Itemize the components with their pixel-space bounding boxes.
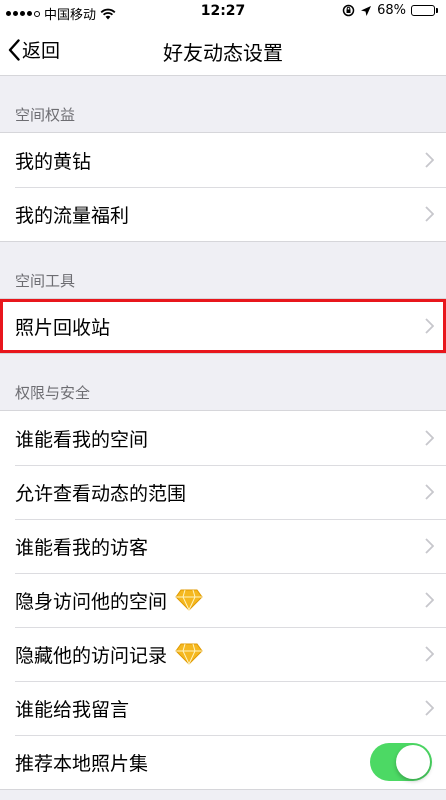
section-header-privileges: 空间权益: [15, 106, 76, 124]
row-traffic-benefits[interactable]: 我的流量福利: [0, 187, 446, 241]
wifi-icon: [100, 8, 116, 19]
row-recommend-local-albums: 推荐本地照片集: [0, 735, 446, 789]
row-label: 谁能看我的空间: [15, 428, 149, 451]
row-feed-visibility-range[interactable]: 允许查看动态的范围: [0, 465, 446, 519]
row-label: 我的流量福利: [15, 204, 130, 227]
row-invisible-visit[interactable]: 隐身访问他的空间: [0, 573, 446, 627]
row-who-can-leave-message[interactable]: 谁能给我留言: [0, 681, 446, 735]
status-bar: 中国移动 12:27 68%: [0, 0, 446, 24]
chevron-right-icon: [425, 646, 434, 662]
chevron-right-icon: [425, 318, 434, 334]
navigation-bar: 返回 好友动态设置: [0, 24, 446, 76]
status-left: 中国移动: [6, 4, 116, 23]
row-yellow-diamond[interactable]: 我的黄钻: [0, 133, 446, 187]
chevron-right-icon: [425, 700, 434, 716]
signal-icon: [6, 10, 40, 17]
chevron-right-icon: [425, 484, 434, 500]
chevron-right-icon: [425, 538, 434, 554]
toggle-knob: [396, 745, 430, 779]
group-privileges: 我的黄钻 我的流量福利: [0, 132, 446, 242]
section-header-tools: 空间工具: [15, 272, 76, 290]
row-label: 谁能给我留言: [15, 698, 130, 721]
recommend-albums-toggle[interactable]: [370, 743, 432, 781]
carrier-name: 中国移动: [44, 8, 97, 23]
status-time: 12:27: [200, 3, 246, 19]
group-tools: 照片回收站: [0, 298, 446, 354]
chevron-right-icon: [425, 430, 434, 446]
chevron-right-icon: [425, 592, 434, 608]
yellow-diamond-icon: [175, 643, 203, 665]
row-label: 我的黄钻: [15, 150, 92, 173]
chevron-right-icon: [425, 206, 434, 222]
row-label: 照片回收站: [15, 316, 111, 339]
battery-percent: 68%: [377, 3, 406, 18]
page-title: 好友动态设置: [163, 41, 283, 65]
row-photo-recycle-bin[interactable]: 照片回收站: [0, 299, 446, 353]
yellow-diamond-icon: [175, 589, 203, 611]
orientation-lock-icon: [342, 4, 355, 17]
row-label: 隐藏他的访问记录: [15, 644, 168, 667]
section-header-permissions: 权限与安全: [15, 384, 91, 402]
status-right: 68%: [342, 3, 438, 18]
chevron-right-icon: [425, 152, 434, 168]
row-label: 推荐本地照片集: [15, 752, 149, 775]
battery-icon: [411, 5, 438, 16]
row-label: 谁能看我的访客: [15, 536, 149, 559]
group-permissions: 谁能看我的空间 允许查看动态的范围 谁能看我的访客 隐身访问他的空间 隐藏他的访…: [0, 410, 446, 790]
row-label: 允许查看动态的范围: [15, 482, 187, 505]
row-hide-visit-records[interactable]: 隐藏他的访问记录: [0, 627, 446, 681]
row-who-can-view-space[interactable]: 谁能看我的空间: [0, 411, 446, 465]
row-who-can-view-visitors[interactable]: 谁能看我的访客: [0, 519, 446, 573]
location-arrow-icon: [361, 5, 372, 16]
row-label: 隐身访问他的空间: [15, 590, 168, 613]
